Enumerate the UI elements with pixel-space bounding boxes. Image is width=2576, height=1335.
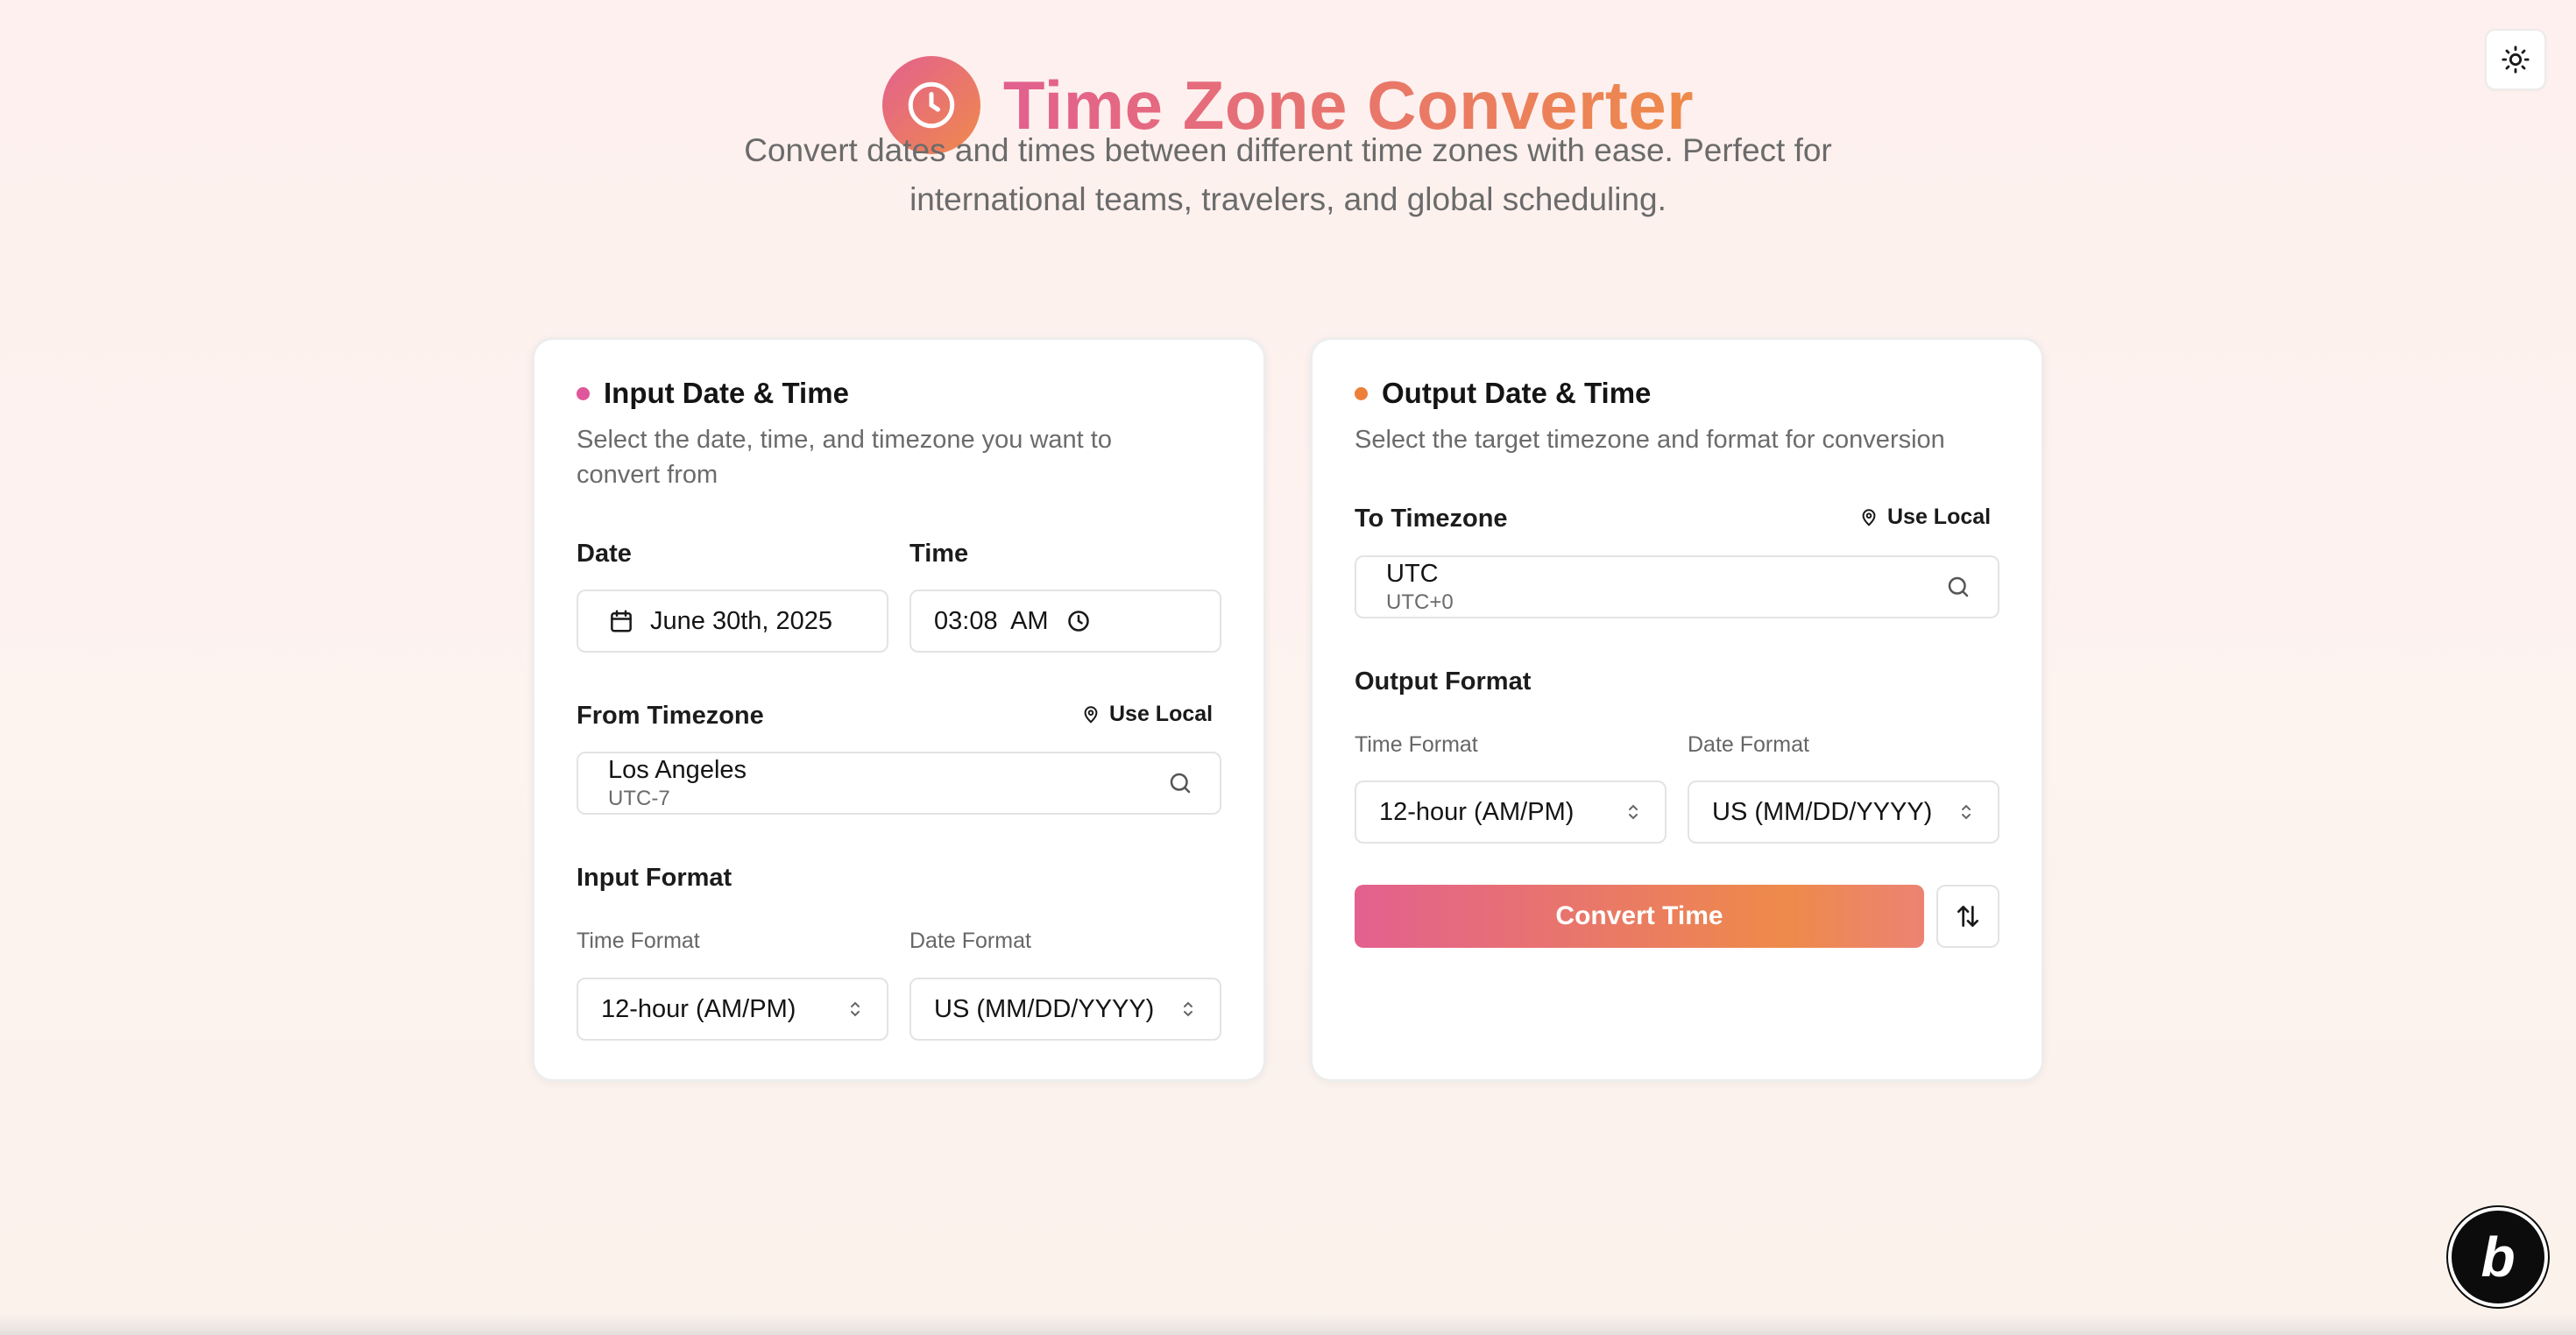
map-pin-icon — [1862, 508, 1876, 526]
input-indicator-dot — [577, 386, 590, 400]
output-time-format-value: 12-hour (AM/PM) — [1379, 797, 1575, 826]
search-icon — [1170, 773, 1191, 794]
use-local-label: Use Local — [1887, 505, 1992, 529]
swap-vertical-icon — [1957, 906, 1978, 927]
output-date-format-select[interactable]: US (MM/DD/YYYY) — [1688, 781, 1999, 844]
convert-time-button[interactable]: Convert Time — [1355, 885, 1924, 948]
from-timezone-select[interactable]: Los Angeles UTC-7 — [577, 752, 1221, 815]
output-time-format-select[interactable]: 12-hour (AM/PM) — [1355, 781, 1667, 844]
time-value: 03:08 AM — [934, 606, 1049, 635]
to-timezone-select[interactable]: UTC UTC+0 — [1355, 555, 1999, 618]
date-picker-button[interactable]: June 30th, 2025 — [577, 590, 888, 653]
output-date-format-label: Date Format — [1688, 732, 1809, 757]
output-format-heading: Output Format — [1355, 668, 1532, 696]
search-icon — [1948, 576, 1969, 597]
output-card-title: Output Date & Time — [1382, 377, 1652, 409]
input-time-format-select[interactable]: 12-hour (AM/PM) — [577, 978, 888, 1041]
input-card: Input Date & Time Select the date, time,… — [532, 337, 1266, 1082]
to-timezone-display: UTC UTC+0 — [1386, 560, 1454, 615]
time-label: Time — [909, 540, 969, 568]
input-date-format-label: Date Format — [909, 929, 1031, 953]
chevron-up-down-icon — [1962, 804, 1971, 820]
from-timezone-name: Los Angeles — [608, 755, 747, 784]
output-card-description: Select the target timezone and format fo… — [1355, 426, 1945, 454]
bolt-badge-logo[interactable]: b — [2448, 1207, 2548, 1307]
input-card-description: Select the date, time, and timezone you … — [577, 426, 1112, 489]
output-indicator-dot — [1355, 386, 1368, 400]
from-timezone-display: Los Angeles UTC-7 — [608, 756, 747, 811]
time-input[interactable]: 03:08 AM — [909, 590, 1221, 653]
from-timezone-label: From Timezone — [577, 702, 764, 730]
swap-timezones-button[interactable] — [1936, 885, 1999, 948]
page-subtitle: Convert dates and times between differen… — [744, 132, 1832, 217]
input-date-format-select[interactable]: US (MM/DD/YYYY) — [909, 978, 1221, 1041]
to-timezone-name: UTC — [1386, 559, 1439, 588]
use-local-label: Use Local — [1109, 702, 1214, 726]
input-date-format-value: US (MM/DD/YYYY) — [934, 994, 1155, 1023]
clock-icon — [908, 81, 955, 129]
calendar-icon — [611, 610, 632, 632]
input-format-heading: Input Format — [577, 864, 732, 892]
bottom-edge-shadow — [0, 1314, 2576, 1335]
output-date-format-value: US (MM/DD/YYYY) — [1712, 797, 1933, 826]
use-local-button-from[interactable]: Use Local — [1081, 702, 1213, 727]
from-timezone-offset: UTC-7 — [608, 786, 670, 810]
input-card-title: Input Date & Time — [604, 377, 849, 409]
input-time-format-value: 12-hour (AM/PM) — [601, 994, 796, 1023]
bolt-badge-letter: b — [2480, 1226, 2516, 1289]
output-card-header: Output Date & Time — [1355, 377, 1651, 410]
chevron-up-down-icon — [851, 1001, 860, 1017]
input-card-header: Input Date & Time — [577, 377, 849, 410]
date-label: Date — [577, 540, 632, 568]
date-value: June 30th, 2025 — [650, 606, 833, 635]
chevron-up-down-icon — [1629, 804, 1638, 820]
chevron-up-down-icon — [1184, 1001, 1192, 1017]
map-pin-icon — [1084, 705, 1098, 724]
clock-icon — [1067, 611, 1089, 632]
input-time-format-label: Time Format — [577, 929, 700, 953]
output-card: Output Date & Time Select the target tim… — [1310, 337, 2044, 1082]
output-time-format-label: Time Format — [1355, 732, 1478, 757]
to-timezone-offset: UTC+0 — [1386, 590, 1454, 614]
use-local-button-to[interactable]: Use Local — [1859, 505, 1991, 530]
to-timezone-label: To Timezone — [1355, 505, 1508, 533]
